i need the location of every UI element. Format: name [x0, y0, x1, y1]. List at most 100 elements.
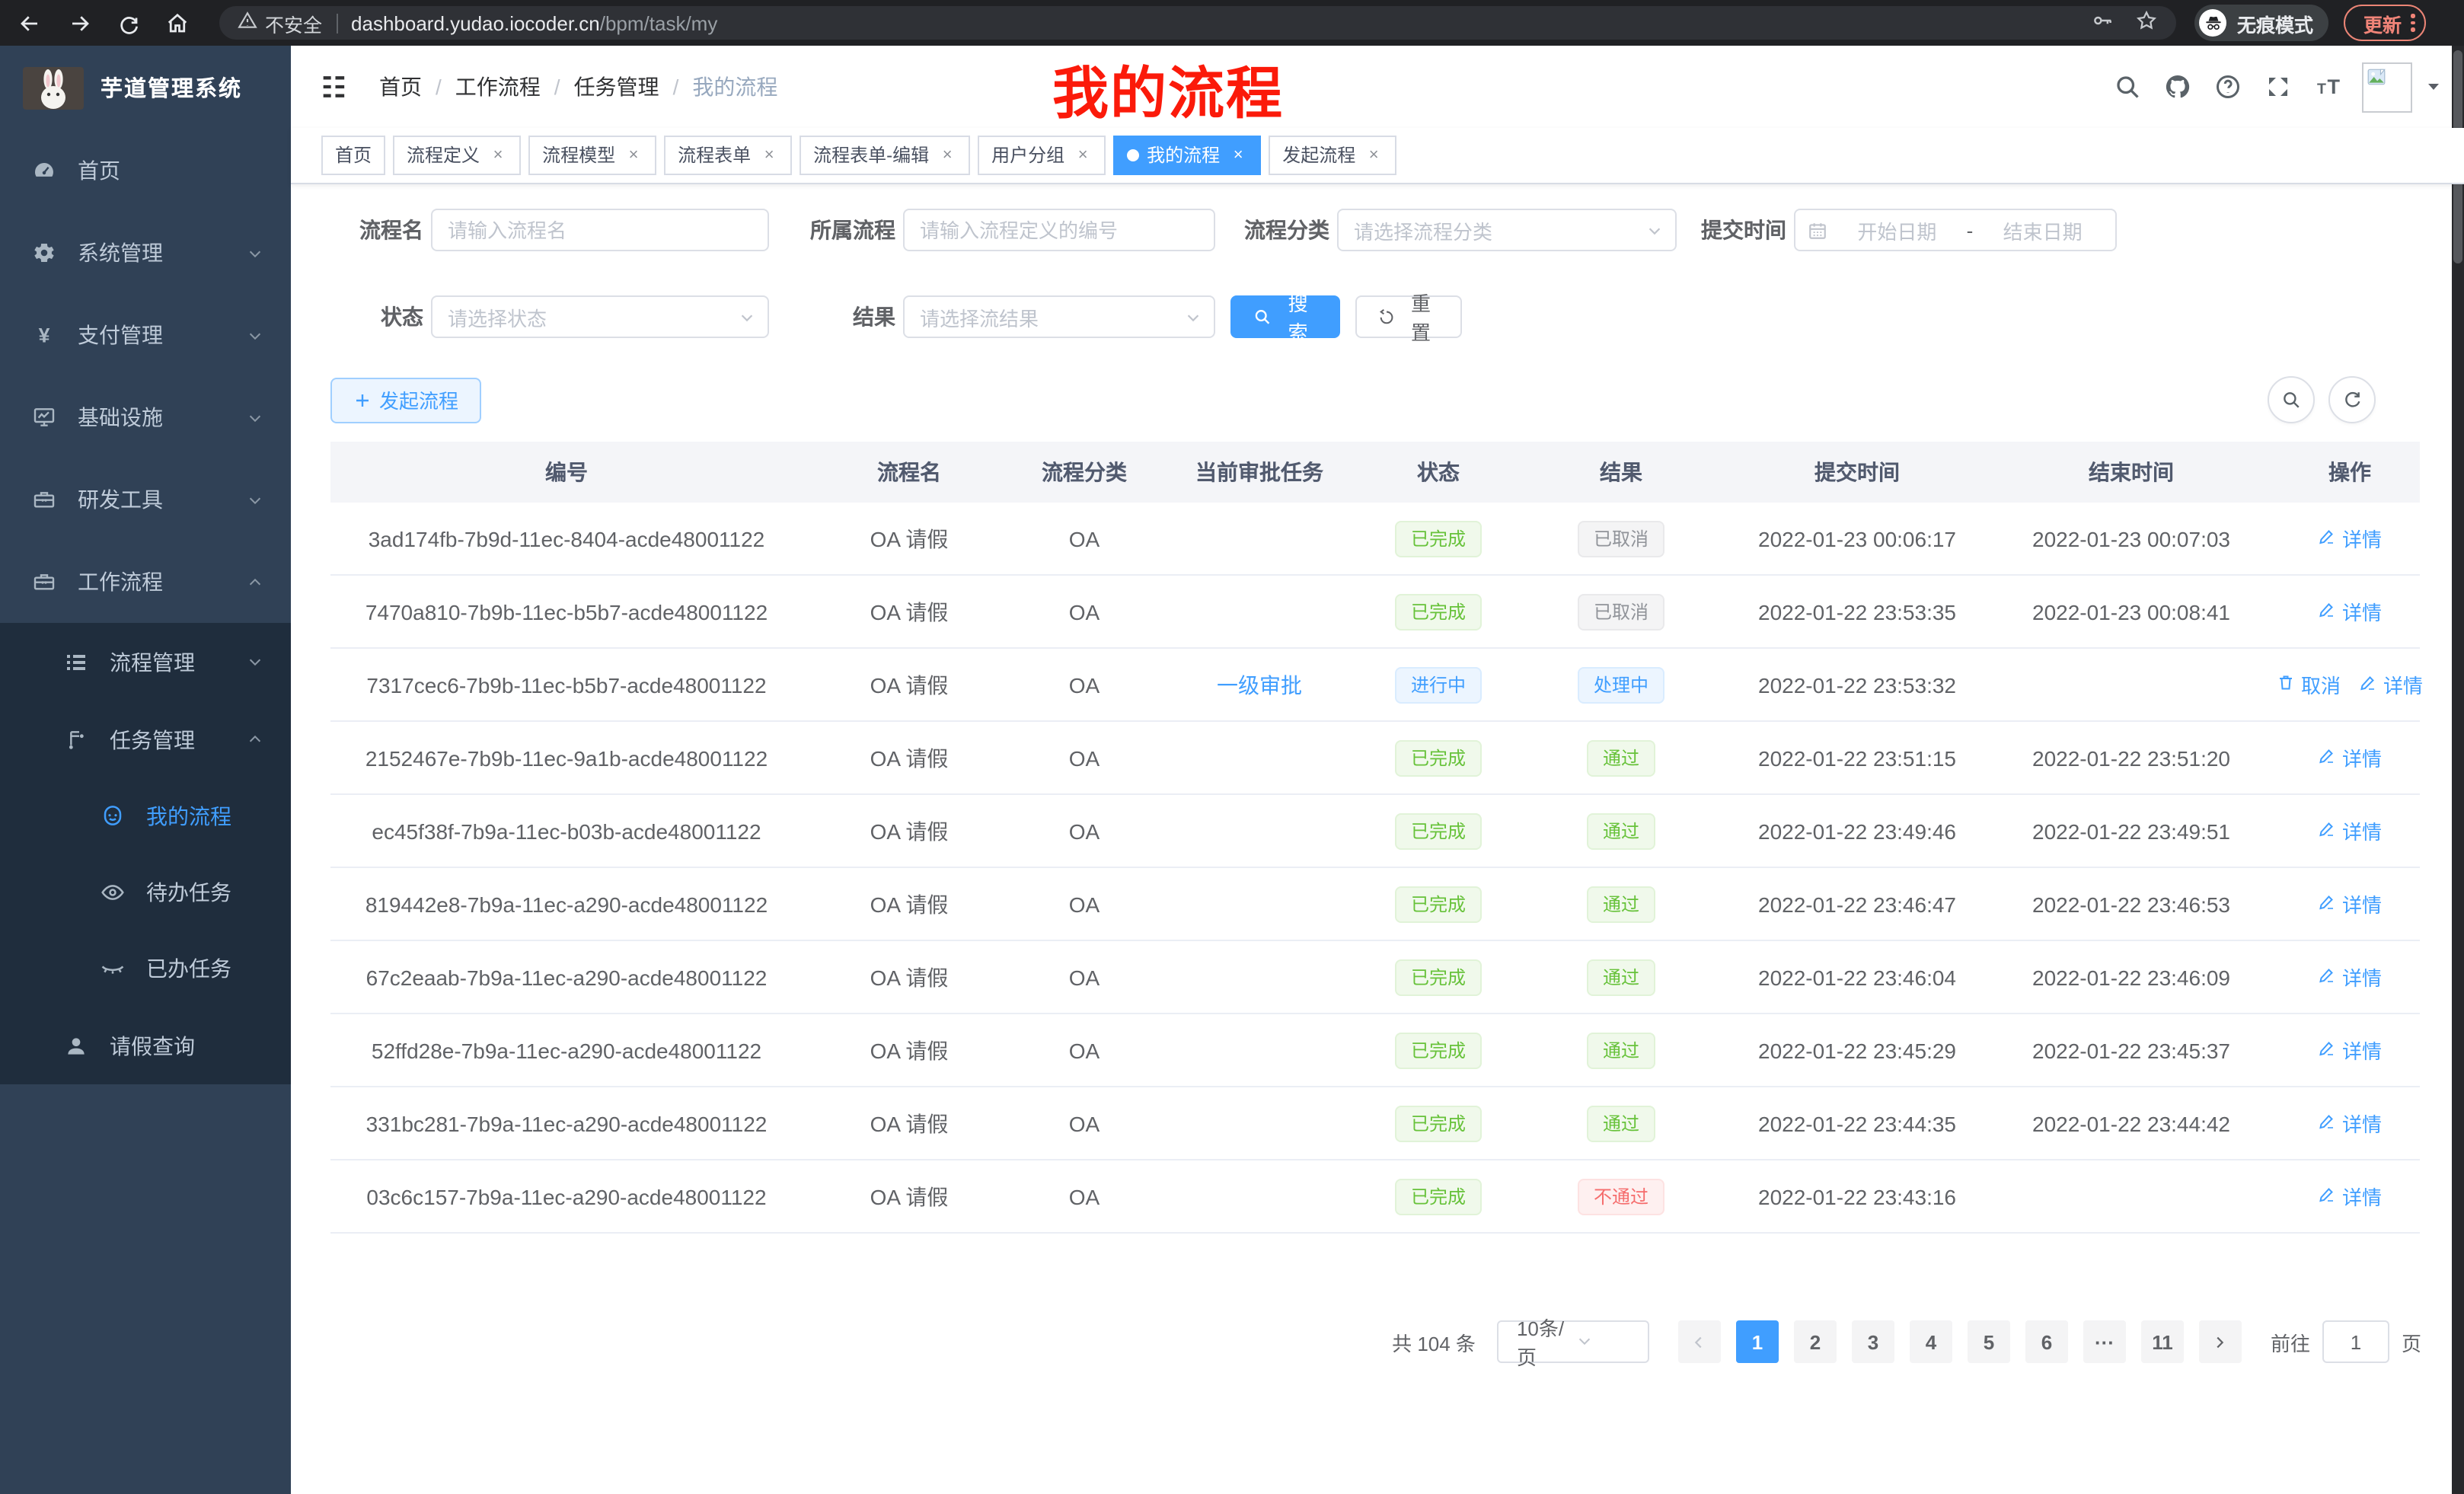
scrollbar[interactable] [2452, 46, 2464, 1494]
caret-down-icon[interactable] [2424, 78, 2443, 96]
reload-icon[interactable] [116, 10, 142, 36]
key-icon[interactable] [2091, 9, 2114, 37]
action-label: 详情 [2342, 1182, 2382, 1211]
chevron-down-icon [1576, 1330, 1636, 1353]
page-button-5[interactable]: 5 [1968, 1320, 2010, 1363]
action-label: 详情 [2342, 889, 2382, 918]
avatar[interactable] [2362, 62, 2412, 112]
detail-link[interactable]: 详情 [2318, 1182, 2382, 1211]
kebab-icon[interactable] [2411, 14, 2415, 32]
page-ellipsis[interactable]: ··· [2083, 1320, 2126, 1363]
tab-首页[interactable]: 首页 [321, 136, 385, 175]
cell-submit-time: 2022-01-22 23:51:15 [1732, 722, 1983, 793]
process-name-input[interactable] [431, 209, 769, 251]
fullscreen-icon[interactable] [2263, 72, 2293, 102]
close-icon[interactable]: × [938, 146, 956, 164]
table-refresh-icon[interactable] [2328, 376, 2376, 423]
page-button-6[interactable]: 6 [2025, 1320, 2068, 1363]
cell-result: 已取消 [1511, 503, 1732, 574]
cancel-link[interactable]: 取消 [2277, 670, 2341, 699]
sidebar-item-首页[interactable]: 首页 [0, 129, 291, 212]
close-icon[interactable]: × [489, 146, 507, 164]
help-icon[interactable] [2213, 72, 2243, 102]
back-icon[interactable] [17, 10, 43, 36]
task-link[interactable]: 一级审批 [1217, 669, 1302, 700]
cell-result: 不通过 [1511, 1160, 1732, 1232]
result-select[interactable]: 请选择流结果 [903, 295, 1215, 338]
logo-image [23, 66, 84, 109]
detail-link[interactable]: 详情 [2318, 1109, 2382, 1138]
parent-process-input[interactable] [903, 209, 1215, 251]
detail-link[interactable]: 详情 [2318, 524, 2382, 553]
page-size-select[interactable]: 10条/页 [1497, 1320, 1649, 1363]
search-button[interactable]: 搜索 [1230, 295, 1340, 338]
sidebar-item-系统管理[interactable]: 系统管理 [0, 212, 291, 294]
forward-icon[interactable] [67, 10, 93, 36]
detail-link[interactable]: 详情 [2359, 670, 2423, 699]
category-select[interactable]: 请选择流程分类 [1337, 209, 1677, 251]
tab-我的流程[interactable]: 我的流程× [1113, 136, 1261, 175]
close-icon[interactable]: × [1074, 146, 1092, 164]
page-button-1[interactable]: 1 [1736, 1320, 1779, 1363]
update-button[interactable]: 更新 [2344, 5, 2425, 41]
submit-time-range[interactable]: 开始日期 - 结束日期 [1794, 209, 2117, 251]
sidebar-item-支付管理[interactable]: ¥支付管理 [0, 294, 291, 376]
close-icon[interactable]: × [1364, 146, 1383, 164]
close-icon[interactable]: × [760, 146, 778, 164]
sidebar-item-待办任务[interactable]: 待办任务 [0, 854, 291, 931]
detail-link[interactable]: 详情 [2318, 1036, 2382, 1065]
create-process-button[interactable]: 发起流程 [330, 377, 481, 423]
sidebar-item-我的流程[interactable]: 我的流程 [0, 778, 291, 854]
sidebar-item-任务管理[interactable]: 任务管理 [0, 701, 291, 778]
star-icon[interactable] [2135, 9, 2158, 37]
sidebar-item-流程管理[interactable]: 流程管理 [0, 623, 291, 701]
detail-link[interactable]: 详情 [2318, 889, 2382, 918]
page-button-4[interactable]: 4 [1910, 1320, 1952, 1363]
sidebar-item-研发工具[interactable]: 研发工具 [0, 458, 291, 541]
tab-流程表单-编辑[interactable]: 流程表单-编辑× [800, 136, 970, 175]
search-icon[interactable] [2112, 72, 2143, 102]
tab-发起流程[interactable]: 发起流程× [1269, 136, 1396, 175]
sidebar-item-已办任务[interactable]: 已办任务 [0, 931, 291, 1007]
page-button-11[interactable]: 11 [2141, 1320, 2184, 1363]
font-size-icon[interactable]: TT [2313, 72, 2344, 102]
sidebar-item-label: 请假查询 [110, 1030, 195, 1061]
detail-link[interactable]: 详情 [2318, 816, 2382, 845]
breadcrumb-item[interactable]: 首页 [379, 72, 422, 102]
cell-category: OA [1016, 722, 1153, 793]
prev-page-button[interactable] [1678, 1320, 1721, 1363]
user-icon [62, 1033, 88, 1058]
close-icon[interactable]: × [624, 146, 643, 164]
url-bar[interactable]: 不安全 dashboard.yudao.iocoder.cn/bpm/task/… [219, 6, 2176, 40]
magnifier-icon [1253, 308, 1271, 326]
page-button-2[interactable]: 2 [1794, 1320, 1837, 1363]
detail-link[interactable]: 详情 [2318, 962, 2382, 991]
sidebar-item-基础设施[interactable]: 基础设施 [0, 376, 291, 458]
tab-流程定义[interactable]: 流程定义× [393, 136, 521, 175]
sidebar-item-请假查询[interactable]: 请假查询 [0, 1007, 291, 1084]
breadcrumb-item[interactable]: 任务管理 [574, 72, 659, 102]
tab-流程模型[interactable]: 流程模型× [528, 136, 656, 175]
tab-用户分组[interactable]: 用户分组× [978, 136, 1106, 175]
detail-link[interactable]: 详情 [2318, 597, 2382, 626]
cell-end-time [1983, 649, 2280, 720]
status-select[interactable]: 请选择状态 [431, 295, 769, 338]
goto-input[interactable] [2322, 1320, 2389, 1363]
github-icon[interactable] [2162, 72, 2193, 102]
cell-category: OA [1016, 795, 1153, 867]
page-button-3[interactable]: 3 [1852, 1320, 1894, 1363]
close-icon[interactable]: × [1229, 146, 1247, 164]
sidebar-item-工作流程[interactable]: 工作流程 [0, 541, 291, 623]
incognito-label: 无痕模式 [2237, 8, 2313, 37]
next-page-button[interactable] [2199, 1320, 2242, 1363]
cell-current-task [1153, 1160, 1366, 1232]
cell-actions: 详情 [2280, 1014, 2420, 1086]
reset-button[interactable]: 重置 [1355, 295, 1462, 338]
tab-流程表单[interactable]: 流程表单× [664, 136, 792, 175]
home-icon[interactable] [164, 10, 190, 36]
detail-link[interactable]: 详情 [2318, 743, 2382, 772]
hamburger-icon[interactable] [318, 72, 349, 102]
breadcrumb-item[interactable]: 工作流程 [455, 72, 541, 102]
breadcrumb-separator: / [436, 75, 442, 99]
table-search-icon[interactable] [2268, 376, 2315, 423]
